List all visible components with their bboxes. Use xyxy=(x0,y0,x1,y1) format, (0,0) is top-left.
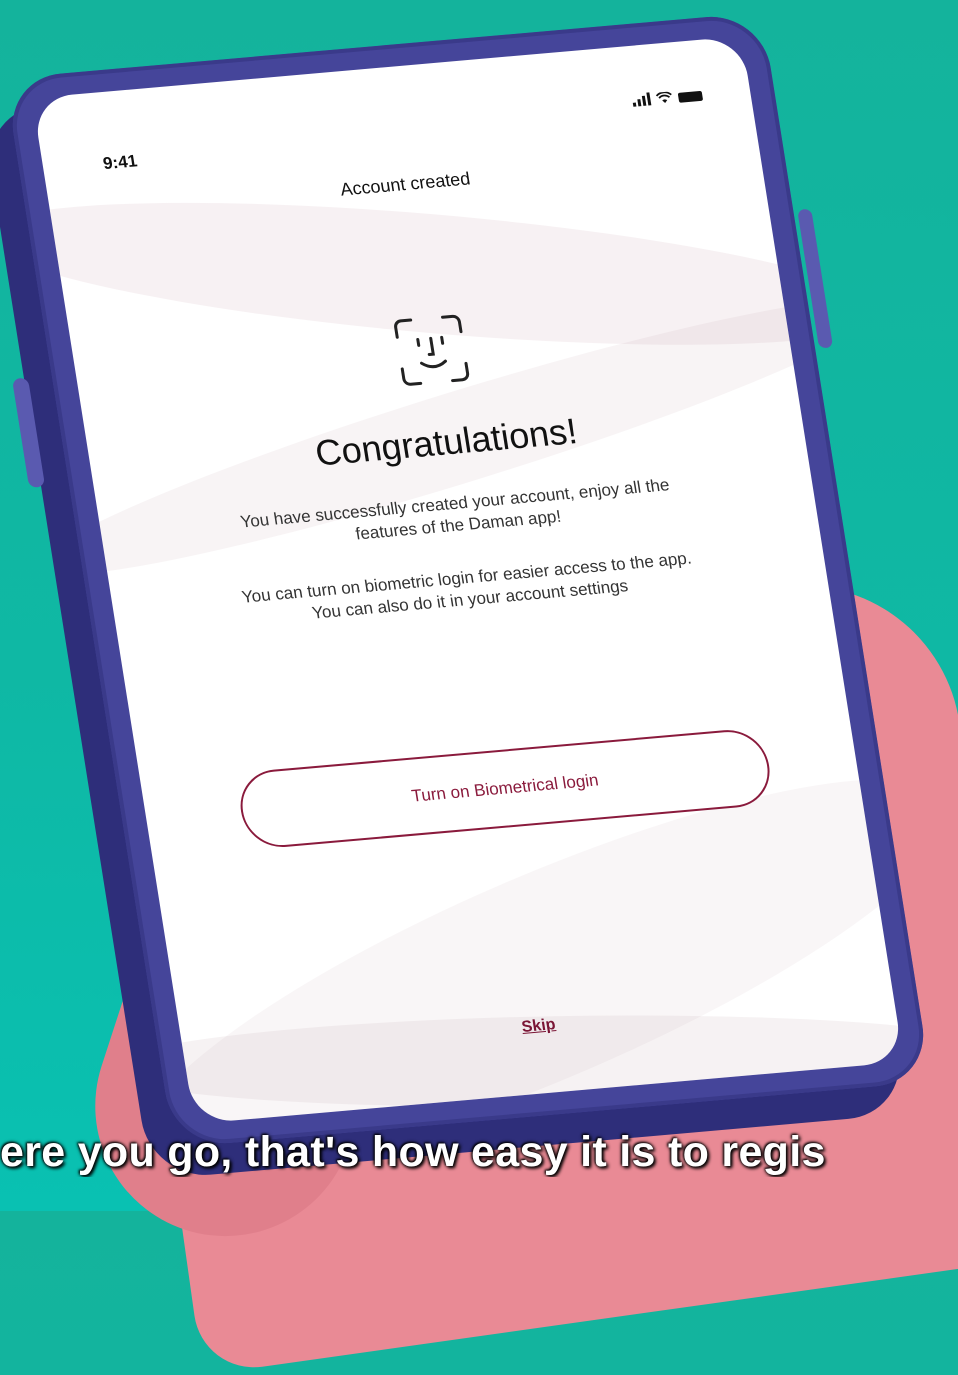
status-icons xyxy=(631,88,704,107)
video-caption: ere you go, that's how easy it is to reg… xyxy=(0,1128,826,1176)
face-id-icon xyxy=(394,314,470,386)
wifi-icon xyxy=(655,91,672,104)
phone-power-button xyxy=(797,208,834,349)
battery-icon xyxy=(677,90,704,103)
signal-icon xyxy=(631,92,652,107)
biometric-info-message: You can turn on biometric login for easi… xyxy=(240,548,693,623)
phone: 9:41 Account created Congratulations! Yo… xyxy=(0,12,932,1180)
status-time: 9:41 xyxy=(101,151,139,174)
phone-screen: 9:41 Account created Congratulations! Yo… xyxy=(32,36,904,1124)
